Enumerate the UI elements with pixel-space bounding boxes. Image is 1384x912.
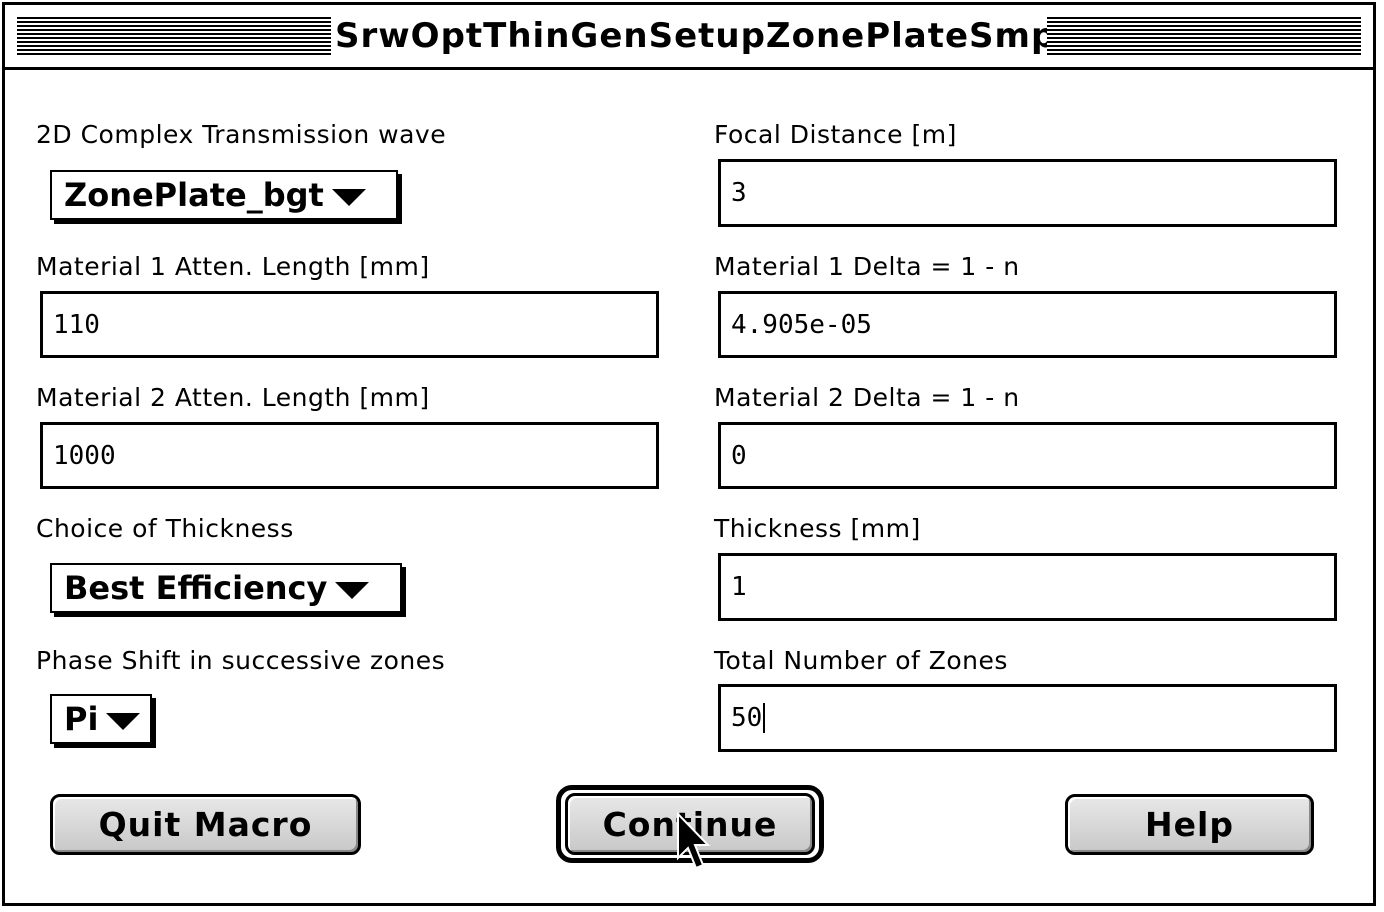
phase-shift-popup[interactable]: Pi [50,694,152,744]
focal-value: 3 [731,178,747,208]
triangle-down-icon [335,581,370,599]
mat1-delta-field[interactable]: 4.905e-05 [718,291,1337,358]
thickness-field[interactable]: 1 [718,553,1337,621]
triangle-down-icon [106,712,141,730]
phase-shift-value: Pi [64,700,99,738]
mat1-delta-label: Material 1 Delta = 1 - n [714,252,1020,281]
help-button[interactable]: Help [1065,794,1314,855]
quit-macro-button[interactable]: Quit Macro [50,794,361,855]
mat1-atten-value: 110 [53,309,100,340]
thickness-choice-popup[interactable]: Best Efficiency [50,563,402,613]
thickness-value: 1 [731,572,747,602]
mat1-atten-label: Material 1 Atten. Length [mm] [36,252,430,281]
mat2-atten-field[interactable]: 1000 [40,422,659,489]
mat1-atten-field[interactable]: 110 [40,291,659,358]
wave-popup[interactable]: ZonePlate_bgt [50,170,398,220]
arrow-cursor-icon [677,812,710,870]
focal-field[interactable]: 3 [718,159,1337,227]
thickness-choice-label: Choice of Thickness [36,514,294,543]
wave-label: 2D Complex Transmission wave [36,120,447,149]
title-stripes-right [1047,17,1361,55]
thickness-choice-value: Best Efficiency [64,569,328,607]
mat1-delta-value: 4.905e-05 [731,309,872,340]
thickness-label: Thickness [mm] [714,514,921,543]
phase-shift-label: Phase Shift in successive zones [36,646,446,675]
zones-field[interactable]: 50 [718,684,1337,752]
mat2-atten-value: 1000 [53,440,116,471]
mat2-delta-value: 0 [731,440,747,471]
title-bar[interactable]: SrwOptThinGenSetupZonePlateSmpl [5,5,1373,70]
title-stripes-left [17,17,331,55]
mat2-delta-field[interactable]: 0 [718,422,1337,489]
mat2-delta-label: Material 2 Delta = 1 - n [714,383,1020,412]
text-caret [763,703,766,733]
wave-popup-value: ZonePlate_bgt [64,176,324,214]
zones-label: Total Number of Zones [714,646,1008,675]
focal-label: Focal Distance [m] [714,120,957,149]
zones-value: 50 [731,703,763,733]
triangle-down-icon [331,188,366,206]
window-title: SrwOptThinGenSetupZonePlateSmpl [335,13,1068,59]
mat2-atten-label: Material 2 Atten. Length [mm] [36,383,430,412]
